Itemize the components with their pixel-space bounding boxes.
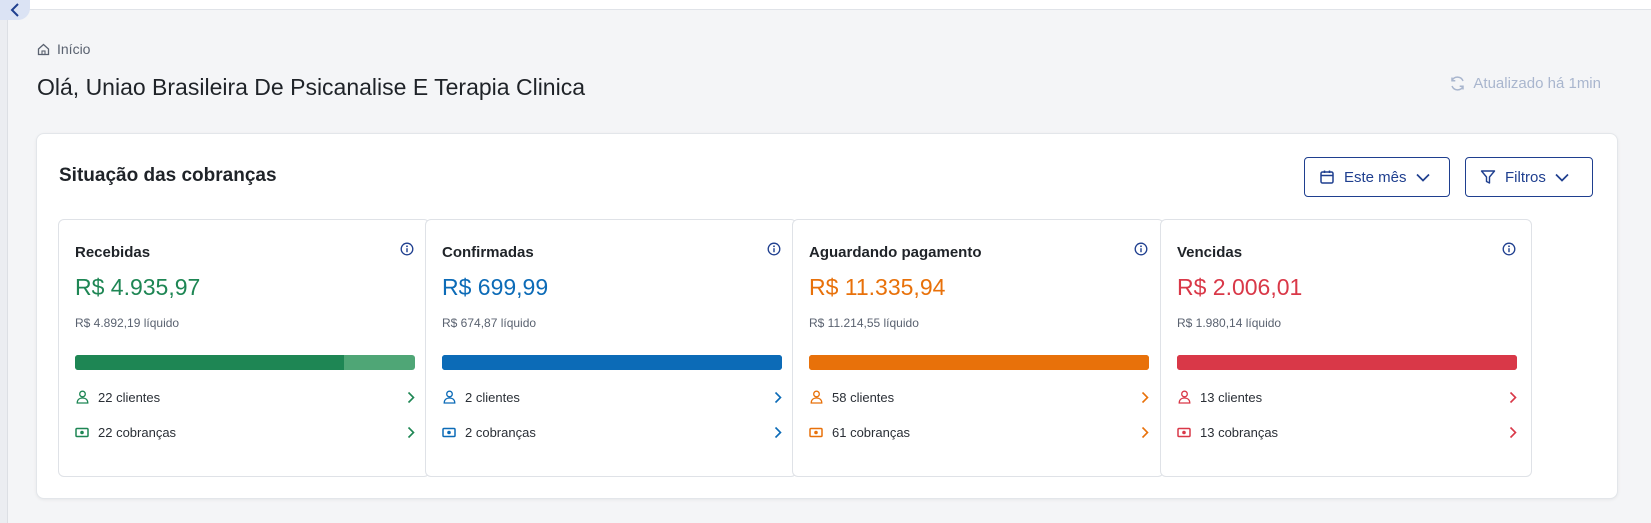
chevron-right-icon [774, 426, 782, 439]
charges-link[interactable]: 2 cobranças [442, 420, 782, 444]
info-icon[interactable] [1134, 242, 1148, 261]
card-net-amount: R$ 4.892,19 líquido [75, 316, 180, 330]
filter-icon [1480, 170, 1496, 184]
charges-count: 2 cobranças [465, 424, 536, 440]
card-amount: R$ 2.006,01 [1177, 274, 1303, 300]
money-icon [1177, 425, 1191, 439]
card-net-amount: R$ 1.980,14 líquido [1177, 316, 1282, 330]
charges-count: 22 cobranças [98, 424, 177, 440]
progress-bar-fill [809, 355, 1149, 370]
progress-bar-fill [75, 355, 344, 370]
clients-count: 2 clientes [465, 389, 520, 405]
charges-link[interactable]: 22 cobranças [75, 420, 415, 444]
card-awaiting-payment: Aguardando pagamento R$ 11.335,94 R$ 11.… [792, 219, 1164, 477]
last-updated-status[interactable]: Atualizado há 1min [1449, 75, 1601, 92]
clients-link[interactable]: 22 clientes [75, 385, 415, 409]
progress-bar [442, 355, 782, 370]
card-confirmed: Confirmadas R$ 699,99 R$ 674,87 líquido … [425, 219, 797, 477]
user-icon [75, 390, 89, 404]
chevron-right-icon [407, 391, 415, 404]
chevron-right-icon [1509, 391, 1517, 404]
calendar-icon [1320, 170, 1334, 184]
charges-count: 61 cobranças [832, 424, 911, 440]
filters-label: Filtros [1505, 168, 1546, 186]
clients-count: 13 clientes [1200, 389, 1263, 405]
card-title: Confirmadas [442, 244, 534, 261]
info-icon[interactable] [767, 242, 781, 261]
panel-title: Situação das cobranças [59, 165, 277, 186]
info-icon[interactable] [400, 242, 414, 261]
card-title: Aguardando pagamento [809, 244, 982, 261]
charges-link[interactable]: 13 cobranças [1177, 420, 1517, 444]
card-overdue: Vencidas R$ 2.006,01 R$ 1.980,14 líquido… [1160, 219, 1532, 477]
left-sidebar-rail [0, 0, 8, 523]
card-title: Recebidas [75, 244, 151, 261]
chevron-right-icon [1509, 426, 1517, 439]
progress-bar [1177, 355, 1517, 370]
money-icon [442, 425, 456, 439]
refresh-icon [1451, 76, 1465, 91]
card-title: Vencidas [1177, 244, 1243, 261]
progress-bar-fill [1177, 355, 1517, 370]
breadcrumb-home-label[interactable]: Início [57, 41, 90, 57]
clients-link[interactable]: 58 clientes [809, 385, 1149, 409]
chevron-right-icon [407, 426, 415, 439]
breadcrumb[interactable]: Início [37, 41, 90, 57]
period-select-button[interactable]: Este mês [1304, 157, 1450, 197]
charges-link[interactable]: 61 cobranças [809, 420, 1149, 444]
chevron-right-icon [774, 391, 782, 404]
chevron-right-icon [1141, 391, 1149, 404]
chevron-down-icon [1555, 173, 1569, 182]
user-icon [1177, 390, 1191, 404]
page-title: Olá, Uniao Brasileira De Psicanalise E T… [37, 74, 585, 100]
user-icon [442, 390, 456, 404]
chevron-right-icon [1141, 426, 1149, 439]
card-amount: R$ 4.935,97 [75, 274, 201, 300]
money-icon [809, 425, 823, 439]
clients-link[interactable]: 13 clientes [1177, 385, 1517, 409]
money-icon [75, 425, 89, 439]
card-received: Recebidas R$ 4.935,97 R$ 4.892,19 líquid… [58, 219, 430, 477]
clients-link[interactable]: 2 clientes [442, 385, 782, 409]
user-icon [809, 390, 823, 404]
chevron-down-icon [1415, 173, 1430, 182]
card-net-amount: R$ 674,87 líquido [442, 316, 537, 330]
last-updated-label: Atualizado há 1min [1473, 75, 1601, 92]
sidebar-toggle-button[interactable] [0, 0, 30, 20]
chevron-left-icon [10, 3, 19, 17]
billing-status-panel: Situação das cobranças Este mês Filtros [36, 133, 1618, 499]
card-amount: R$ 11.335,94 [809, 274, 946, 300]
progress-bar [75, 355, 415, 370]
charges-count: 13 cobranças [1200, 424, 1279, 440]
clients-count: 22 clientes [98, 389, 161, 405]
top-bar [8, 0, 1651, 10]
card-amount: R$ 699,99 [442, 274, 549, 300]
dashboard-page: Início Olá, Uniao Brasileira De Psicanal… [0, 0, 1651, 523]
card-net-amount: R$ 11.214,55 líquido [809, 316, 919, 330]
clients-count: 58 clientes [832, 389, 895, 405]
progress-bar [809, 355, 1149, 370]
period-select-label: Este mês [1344, 168, 1407, 186]
progress-bar-fill [442, 355, 782, 370]
filters-button[interactable]: Filtros [1465, 157, 1593, 197]
info-icon[interactable] [1502, 242, 1516, 261]
home-icon [37, 43, 50, 55]
